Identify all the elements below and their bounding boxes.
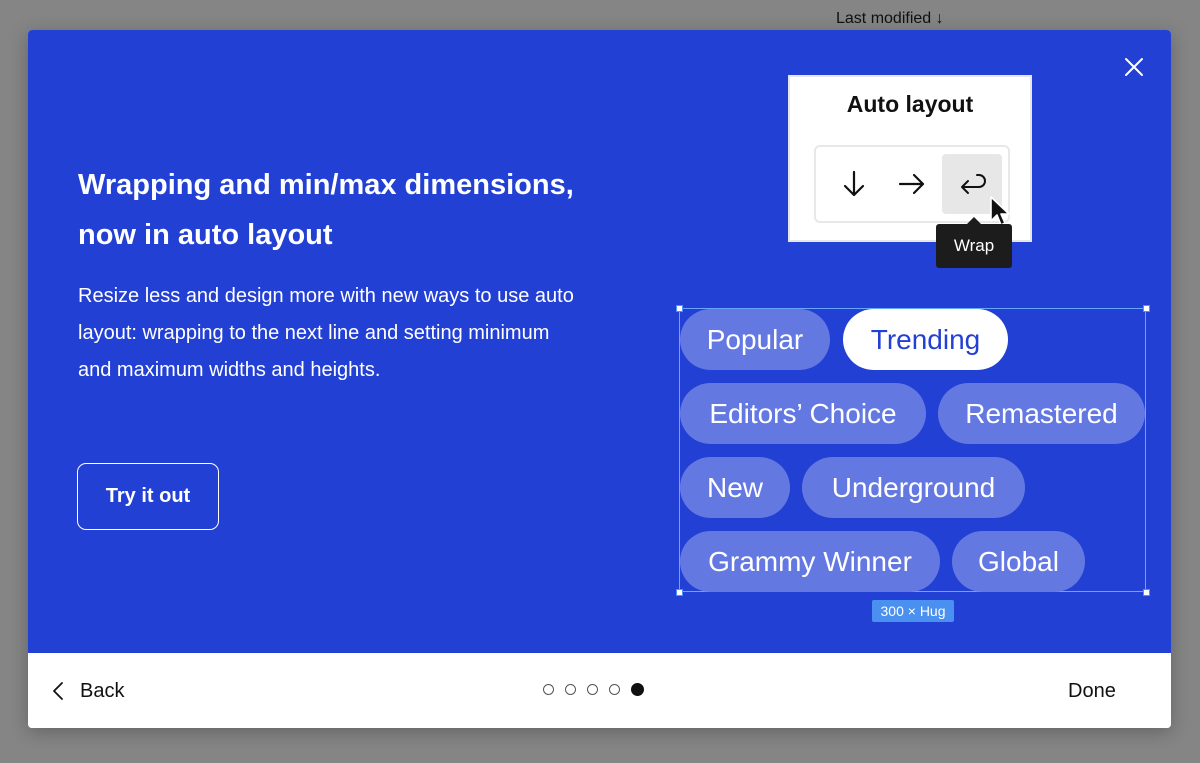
chip-grammy-winner[interactable]: Grammy Winner xyxy=(680,531,940,592)
chip-trending[interactable]: Trending xyxy=(843,309,1008,370)
direction-options xyxy=(814,145,1010,223)
wrap-icon xyxy=(961,174,986,194)
chip-remastered[interactable]: Remastered xyxy=(938,383,1145,444)
close-icon xyxy=(1125,58,1143,76)
whats-new-modal: Wrapping and min/max dimensions, now in … xyxy=(28,30,1171,728)
chip-global[interactable]: Global xyxy=(952,531,1085,592)
chip-editors-choice[interactable]: Editors’ Choice xyxy=(680,383,926,444)
pagination-dots xyxy=(543,683,644,696)
modal-description: Resize less and design more with new way… xyxy=(78,285,574,381)
chip-popular[interactable]: Popular xyxy=(680,309,830,370)
arrow-right-icon xyxy=(898,173,925,195)
close-button[interactable] xyxy=(1121,54,1147,80)
modal-footer: Back Done xyxy=(28,653,1171,728)
chip-new[interactable]: New xyxy=(680,457,790,518)
page-dot-1[interactable] xyxy=(543,684,554,695)
page-dot-3[interactable] xyxy=(587,684,598,695)
modal-title: Wrapping and min/max dimensions, now in … xyxy=(78,169,574,251)
auto-layout-title: Auto layout xyxy=(846,91,974,117)
resize-handle-tr[interactable] xyxy=(1143,305,1150,312)
size-badge: 300 × Hug xyxy=(872,600,954,622)
back-label: Back xyxy=(80,679,125,702)
back-button[interactable]: Back xyxy=(52,675,124,707)
wrap-tooltip: Wrap xyxy=(936,217,1012,268)
resize-handle-tl[interactable] xyxy=(676,305,683,312)
resize-handle-br[interactable] xyxy=(1143,589,1150,596)
arrow-down-icon xyxy=(843,170,865,197)
page-dot-2[interactable] xyxy=(565,684,576,695)
resize-handle-bl[interactable] xyxy=(676,589,683,596)
try-it-out-button[interactable]: Try it out xyxy=(77,463,219,530)
horizontal-direction-option[interactable] xyxy=(882,154,942,214)
chevron-left-icon xyxy=(53,682,63,700)
page-dot-5[interactable] xyxy=(631,683,644,696)
chip-underground[interactable]: Underground xyxy=(802,457,1025,518)
hero-panel: Wrapping and min/max dimensions, now in … xyxy=(28,30,1171,653)
vertical-direction-option[interactable] xyxy=(824,154,884,214)
sort-label: Last modified ↓ xyxy=(836,10,944,27)
page-dot-4[interactable] xyxy=(609,684,620,695)
done-button[interactable]: Done xyxy=(1068,675,1116,707)
